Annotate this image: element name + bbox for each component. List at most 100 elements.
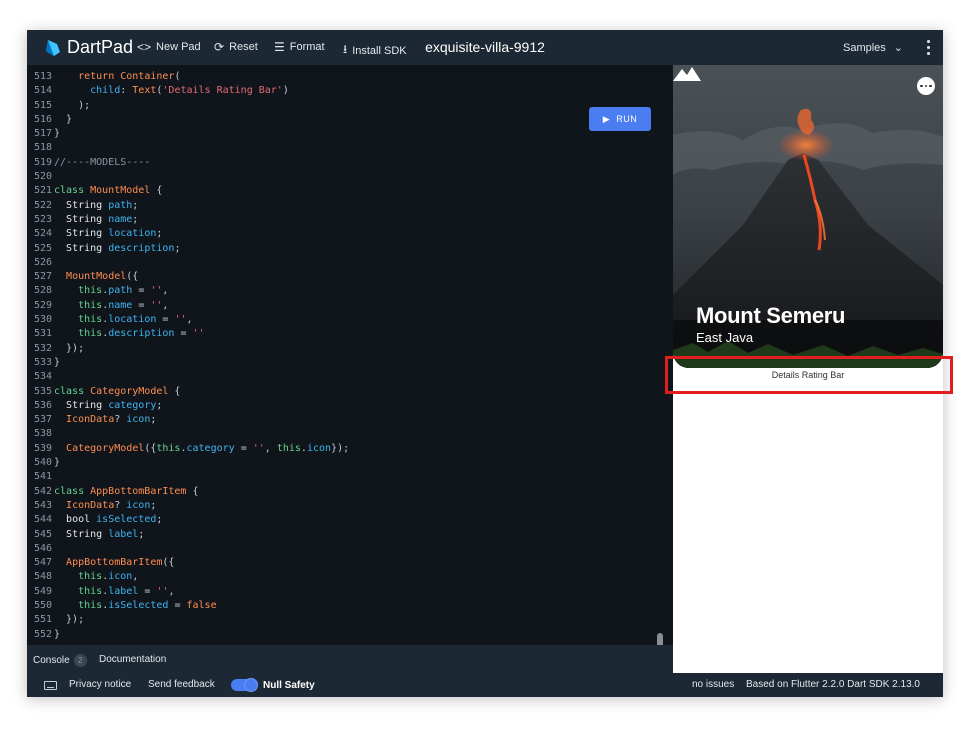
console-label: Console <box>33 655 70 666</box>
code-line[interactable]: 524 String location; <box>27 227 349 241</box>
code-line[interactable]: 552} <box>27 628 349 642</box>
code-line[interactable]: 543 IconData? icon; <box>27 499 349 513</box>
code-line[interactable]: 531 this.description = '' <box>27 327 349 341</box>
privacy-notice-link[interactable]: Privacy notice <box>69 679 131 690</box>
send-feedback-link[interactable]: Send feedback <box>148 679 215 690</box>
code-line[interactable]: 542 class AppBottomBarItem { <box>27 485 349 499</box>
line-number: 532 <box>34 342 53 354</box>
code-line[interactable]: 522 String path; <box>27 199 349 213</box>
mountain-card[interactable]: Mount Semeru East Java <box>673 65 943 368</box>
chevron-down-icon: ⌄ <box>893 42 903 54</box>
card-title: Mount Semeru <box>696 303 846 328</box>
reset-button[interactable]: ⟳ Reset <box>214 40 258 54</box>
null-safety-toggle[interactable]: Null Safety <box>231 678 315 692</box>
line-number: 527 <box>34 271 53 283</box>
line-number: 531 <box>34 328 53 340</box>
line-number: 552 <box>34 628 53 640</box>
line-number: 513 <box>34 71 53 82</box>
line-number: 528 <box>34 285 53 297</box>
line-number: 529 <box>34 299 53 311</box>
reset-label: Reset <box>229 41 258 53</box>
code-line[interactable]: 551 }); <box>27 613 349 627</box>
line-number: 525 <box>34 242 53 254</box>
code-line[interactable]: 529 this.name = '', <box>27 299 349 313</box>
code-line[interactable]: 539 CategoryModel({this.category = '', t… <box>27 442 349 456</box>
code-line[interactable]: 537 IconData? icon; <box>27 413 349 427</box>
line-number: 520 <box>34 171 53 183</box>
code-line[interactable]: 547 AppBottomBarItem({ <box>27 556 349 570</box>
line-number: 522 <box>34 199 53 211</box>
samples-dropdown[interactable]: Samples ⌄ <box>843 41 903 55</box>
line-number: 523 <box>34 213 53 225</box>
format-button[interactable]: ☰ Format <box>274 40 325 54</box>
line-number: 524 <box>34 228 53 240</box>
code-line[interactable]: 519//----MODELS---- <box>27 156 349 170</box>
console-tab[interactable]: Console 2 <box>33 654 87 667</box>
install-sdk-button[interactable]: ⭳ Install SDK <box>343 40 407 61</box>
line-number: 549 <box>34 585 53 597</box>
code-line[interactable]: 541 <box>27 470 349 484</box>
code-line[interactable]: 536 String category; <box>27 399 349 413</box>
line-number: 547 <box>34 557 53 569</box>
code-line[interactable]: 525 String description; <box>27 242 349 256</box>
code-line[interactable]: 530 this.location = '', <box>27 313 349 327</box>
new-pad-button[interactable]: <> New Pad <box>137 40 201 54</box>
line-number: 542 <box>34 485 53 497</box>
highlight-box <box>665 356 953 394</box>
status-bar: Privacy notice Send feedback Null Safety… <box>27 673 943 697</box>
play-icon: ▶ <box>602 113 611 124</box>
more-horiz-icon[interactable] <box>917 77 935 95</box>
code-line[interactable]: 527 MountModel({ <box>27 270 349 284</box>
code-line[interactable]: 535 class CategoryModel { <box>27 385 349 399</box>
line-number: 551 <box>34 614 53 626</box>
run-button[interactable]: ▶ RUN <box>589 107 651 131</box>
code-line[interactable]: 534 <box>27 370 349 384</box>
code-line[interactable]: 550 this.isSelected = false <box>27 599 349 613</box>
code-line[interactable]: 533} <box>27 356 349 370</box>
code-icon: <> <box>137 40 152 54</box>
code-line[interactable]: 528 this.path = '', <box>27 284 349 298</box>
code-line[interactable]: 548 this.icon, <box>27 570 349 584</box>
documentation-tab[interactable]: Documentation <box>99 654 166 665</box>
code-line[interactable]: 520 <box>27 170 349 184</box>
line-number: 535 <box>34 385 53 397</box>
keyboard-icon[interactable] <box>44 681 57 690</box>
line-number: 538 <box>34 428 53 440</box>
version-info: Based on Flutter 2.2.0 Dart SDK 2.13.0 <box>746 679 920 690</box>
run-label: RUN <box>616 114 638 124</box>
line-number: 530 <box>34 314 53 326</box>
code-line[interactable]: 545 String label; <box>27 528 349 542</box>
line-number: 534 <box>34 371 53 383</box>
refresh-icon: ⟳ <box>214 40 225 54</box>
code-line[interactable]: 526 <box>27 256 349 270</box>
code-line[interactable]: 532 }); <box>27 342 349 356</box>
line-number: 543 <box>34 499 53 511</box>
code-editor[interactable]: 513 return Container(514 child: Text('De… <box>27 65 673 645</box>
install-sdk-label: Install SDK <box>352 44 407 57</box>
code-lines: 513 return Container(514 child: Text('De… <box>27 70 349 642</box>
dart-logo-icon <box>46 40 60 56</box>
code-line[interactable]: 523 String name; <box>27 213 349 227</box>
toggle-switch[interactable] <box>231 678 258 692</box>
code-line[interactable]: 516 } <box>27 113 349 127</box>
code-line[interactable]: 521 class MountModel { <box>27 184 349 198</box>
more-vert-icon[interactable] <box>925 37 931 57</box>
editor-scrollbar[interactable] <box>657 633 663 645</box>
code-line[interactable]: 518 <box>27 141 349 155</box>
line-number: 540 <box>34 457 53 469</box>
format-align-icon: ☰ <box>274 40 285 54</box>
line-number: 544 <box>34 514 53 526</box>
code-line[interactable]: 549 this.label = '', <box>27 585 349 599</box>
download-icon: ⭳ <box>343 42 348 56</box>
code-line[interactable]: 538 <box>27 427 349 441</box>
code-line[interactable]: 546 <box>27 542 349 556</box>
line-number: 537 <box>34 414 53 426</box>
code-line[interactable]: 514 child: Text('Details Rating Bar') <box>27 84 349 98</box>
code-line[interactable]: 513 return Container( <box>27 70 349 84</box>
issues-label: no issues <box>692 679 735 690</box>
code-line[interactable]: 540} <box>27 456 349 470</box>
code-line[interactable]: 515 ); <box>27 99 349 113</box>
code-line[interactable]: 517} <box>27 127 349 141</box>
code-line[interactable]: 544 bool isSelected; <box>27 513 349 527</box>
line-number: 518 <box>34 142 53 154</box>
